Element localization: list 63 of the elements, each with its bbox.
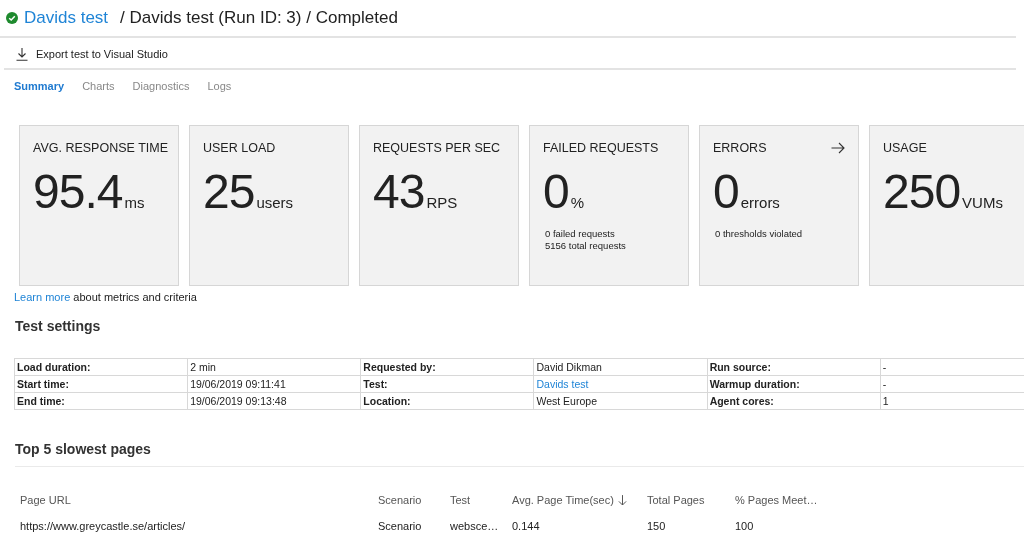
setting-label: Requested by: — [360, 358, 534, 376]
setting-value: 2 min — [187, 358, 361, 376]
metric-unit: users — [256, 194, 294, 211]
metric-label: USAGE — [883, 141, 927, 155]
setting-label: End time: — [14, 392, 188, 410]
table-cell-text: 150 — [647, 520, 667, 532]
metric-unit: RPS — [426, 194, 458, 211]
table-cell-text: 0.144 — [512, 520, 541, 532]
setting-label: Test: — [360, 375, 534, 393]
test-link[interactable]: Davids test — [536, 378, 589, 390]
download-icon — [16, 47, 28, 61]
breadcrumb-trail: / Davids test (Run ID: 3) / Completed — [120, 8, 398, 28]
learn-more-link[interactable]: Learn more — [14, 291, 71, 303]
column-header[interactable]: Page URL — [20, 494, 378, 506]
metric-label: ERRORS — [713, 141, 767, 155]
learn-more-text: Learn more about metrics and criteria — [14, 291, 197, 303]
metric-value: 0 — [713, 164, 739, 220]
tab[interactable]: Diagnostics — [126, 76, 196, 96]
arrow-down-icon — [617, 494, 627, 506]
metric-note: 5156 total requests — [545, 240, 627, 252]
setting-value: 19/06/2019 09:13:48 — [187, 392, 361, 410]
section-title: Test settings — [15, 318, 102, 336]
column-header[interactable]: Scenario — [378, 494, 450, 506]
metric-label: REQUESTS PER SEC — [373, 141, 501, 155]
metric-label: FAILED REQUESTS — [543, 141, 659, 155]
setting-label: Start time: — [14, 375, 188, 393]
section-title: Top 5 slowest pages — [15, 441, 1024, 467]
column-header[interactable]: Total Pages — [647, 494, 735, 506]
metric-label: AVG. RESPONSE TIME — [33, 141, 168, 155]
test-link[interactable]: Davids test — [24, 8, 109, 28]
metric-unit: ms — [124, 194, 145, 211]
setting-label: Warmup duration: — [707, 375, 881, 393]
tab[interactable]: Summary — [8, 76, 71, 96]
setting-value: West Europe — [533, 392, 708, 410]
setting-label: Run source: — [707, 358, 881, 376]
metric-unit: VUMs — [962, 194, 1003, 211]
table-cell-text: Scenario — [378, 520, 423, 532]
metric-value: 43 — [373, 164, 425, 220]
table-cell-text: 100 — [735, 520, 755, 532]
table-cell-text: https://www.greycastle.se/articles/ — [20, 520, 187, 532]
column-header[interactable]: Avg. Page Time(sec) — [512, 494, 647, 506]
setting-value: 19/06/2019 09:11:41 — [187, 375, 361, 393]
table-cell-text: websce… — [450, 520, 500, 532]
metric-unit: % — [570, 194, 585, 211]
metric-value: 95.4 — [33, 164, 123, 220]
column-header[interactable]: Test — [450, 494, 512, 506]
setting-label: Load duration: — [14, 358, 188, 376]
metric-value: 250 — [883, 164, 961, 220]
tab[interactable]: Logs — [201, 76, 238, 96]
metric-note: 0 failed requests — [545, 228, 616, 240]
metric-label: USER LOAD — [203, 141, 276, 155]
metric-value: 25 — [203, 164, 255, 220]
setting-value: David Dikman — [533, 358, 708, 376]
setting-label: Location: — [360, 392, 534, 410]
column-header[interactable]: % Pages Meet… — [735, 494, 845, 506]
arrow-right-icon[interactable] — [831, 142, 845, 154]
metric-unit: errors — [740, 194, 780, 211]
metric-value: 0 — [543, 164, 569, 220]
setting-value: - — [880, 358, 1024, 376]
setting-label: Agent cores: — [707, 392, 881, 410]
metric-note: 0 thresholds violated — [715, 228, 804, 240]
export-button[interactable]: Export test to Visual Studio — [4, 45, 176, 61]
tab[interactable]: Charts — [76, 76, 121, 96]
